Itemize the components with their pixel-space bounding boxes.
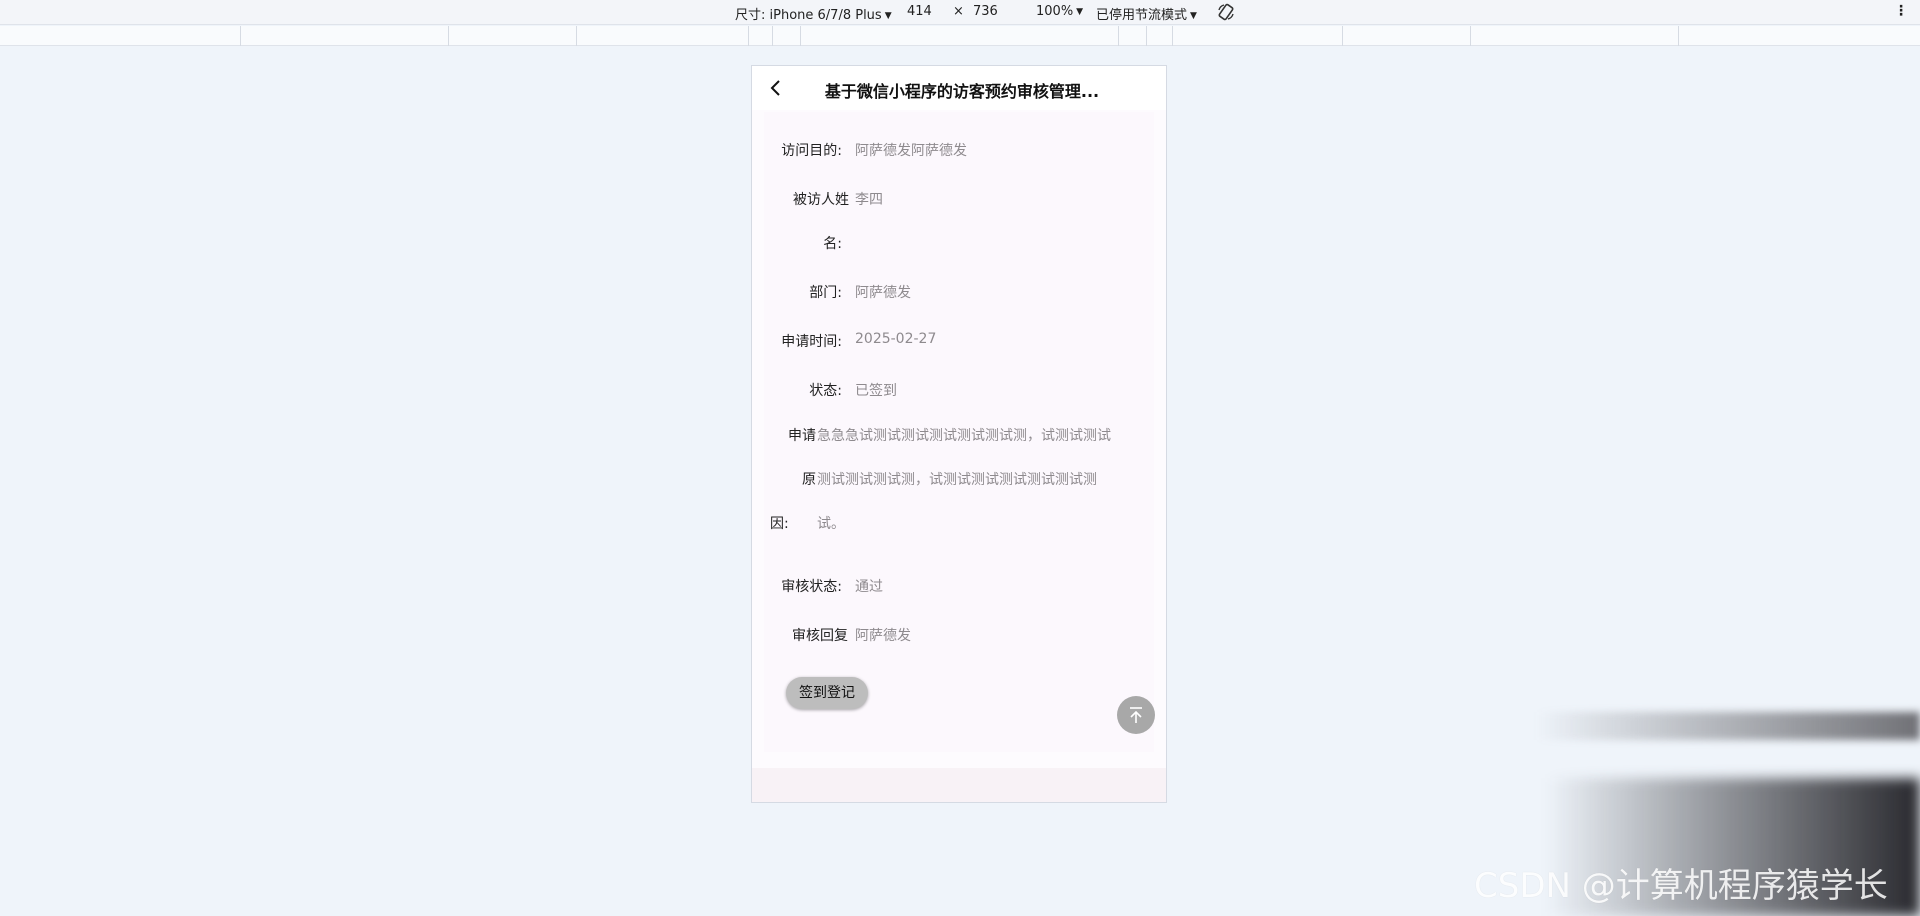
field-label: 被访人姓 <box>793 192 849 208</box>
caret-down-icon: ▼ <box>1190 11 1197 21</box>
ruler-tick <box>1342 26 1343 46</box>
ruler-tick <box>1118 26 1119 46</box>
field-value: 李四 <box>855 192 883 208</box>
nav-bar: 基于微信小程序的访客预约审核管理... <box>752 66 1166 110</box>
field-label: 状态: <box>809 383 842 399</box>
value-line: 试。 <box>817 516 845 532</box>
sign-in-register-button[interactable]: 签到登记 <box>786 677 868 709</box>
field-value: 2025-02-27 <box>855 331 937 347</box>
ruler-tick <box>1146 26 1147 46</box>
field-value: 通过 <box>855 579 883 595</box>
times-sign: × <box>953 4 964 19</box>
ruler-tick <box>800 26 801 46</box>
devtools-device-toolbar: 尺寸: iPhone 6/7/8 Plus ▼ 414 × 736 100% ▼ 已… <box>0 0 1920 25</box>
field-value: 已签到 <box>855 383 897 399</box>
rotate-icon[interactable] <box>1216 2 1236 22</box>
field-value: 阿萨德发阿萨德发 <box>855 143 967 159</box>
arrow-up-to-top-icon <box>1130 707 1142 723</box>
ruler-tick <box>1678 26 1679 46</box>
ruler-tick <box>576 26 577 46</box>
height-input[interactable]: 736 <box>973 4 998 19</box>
detail-content: 访问目的: 阿萨德发阿萨德发 被访人姓 李四 名: 部门: 阿萨德发 申请时间:… <box>764 112 1154 752</box>
ruler-tick <box>1470 26 1471 46</box>
blur-overlay <box>1535 712 1920 740</box>
caret-down-icon: ▼ <box>1076 7 1084 17</box>
watermark-text: CSDN @计算机程序猿学长 <box>1474 866 1888 906</box>
phone-viewport: 基于微信小程序的访客预约审核管理... 访问目的: 阿萨德发阿萨德发 被访人姓 … <box>751 65 1167 803</box>
device-size-dropdown[interactable]: 尺寸: iPhone 6/7/8 Plus ▼ <box>735 4 892 23</box>
label-line: 原 <box>802 472 816 488</box>
page-title: 基于微信小程序的访客预约审核管理... <box>824 82 1100 101</box>
field-label: 审核状态: <box>781 579 842 595</box>
width-input[interactable]: 414 <box>907 4 932 19</box>
label-line: 因: <box>770 516 789 532</box>
ruler-tick <box>772 26 773 46</box>
ruler-tick <box>240 26 241 46</box>
value-line: 测试测试测试测，试测试测试测试测试测试测 <box>817 472 1097 488</box>
throttle-label: 已停用节流模式 <box>1096 8 1188 23</box>
field-value: 阿萨德发 <box>855 628 911 644</box>
field-label: 部门: <box>809 285 842 301</box>
zoom-dropdown[interactable]: 100% ▼ <box>1036 4 1083 19</box>
ruler-tick <box>1172 26 1173 46</box>
label-line: 申请 <box>788 428 816 444</box>
caret-down-icon: ▼ <box>884 11 892 21</box>
content-bottom-strip <box>752 768 1166 802</box>
field-label: 审核回复 <box>792 628 848 644</box>
field-label: 申请 原 因: <box>764 414 816 546</box>
field-label: 名: <box>823 236 842 252</box>
ruler-tick <box>448 26 449 46</box>
device-size-label: 尺寸: iPhone 6/7/8 Plus <box>735 8 882 23</box>
chevron-left-icon[interactable] <box>766 78 786 98</box>
kebab-icon[interactable]: ⋮ <box>1894 2 1908 22</box>
media-query-ruler[interactable] <box>0 26 1920 46</box>
throttle-dropdown[interactable]: 已停用节流模式 ▼ <box>1096 4 1197 23</box>
value-line: 急急急试测试测试测试测试测试测，试测试测试 <box>817 428 1111 444</box>
zoom-label: 100% <box>1036 4 1074 19</box>
field-apply-reason: 申请 原 因: 急急急试测试测试测试测试测试测，试测试测试 测试测试测试测，试测… <box>764 414 1154 546</box>
ruler-tick <box>748 26 749 46</box>
field-label: 申请时间: <box>781 334 842 350</box>
field-value: 急急急试测试测试测试测试测试测，试测试测试 测试测试测试测，试测试测试测试测试测… <box>817 414 1147 546</box>
field-label: 访问目的: <box>781 143 842 159</box>
back-to-top-button[interactable] <box>1117 696 1155 734</box>
field-value: 阿萨德发 <box>855 285 911 301</box>
